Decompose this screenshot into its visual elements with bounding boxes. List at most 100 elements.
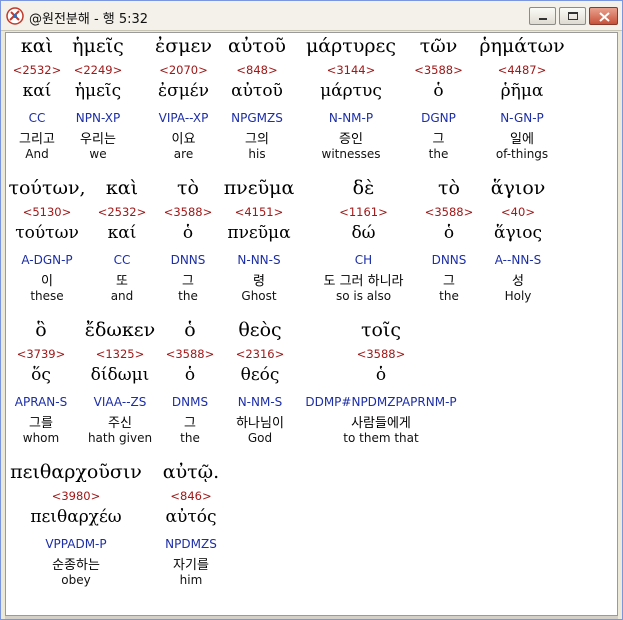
- morph-code: A-DGN-P: [21, 253, 73, 267]
- word-cell[interactable]: μάρτυρες <3144> μάρτυς N-NM-P 증인 witnesses: [301, 33, 401, 171]
- lemma: ὁ: [433, 81, 444, 101]
- strong-number: <846>: [170, 489, 212, 503]
- lemma: ὁ: [443, 223, 455, 243]
- word-cell[interactable]: δὲ <1161> δώ CH 도 그러 하니라 so is also: [306, 175, 421, 313]
- korean-gloss: 그: [432, 132, 445, 147]
- strong-number: <3588>: [424, 205, 474, 219]
- app-window: @원전분해 - 행 5:32 καὶ <2532> καί CC 그리고 And ἡμεῖς…: [0, 0, 623, 620]
- morph-code: N-GN-P: [500, 111, 544, 125]
- morph-code: NPGMZS: [231, 111, 283, 125]
- lemma: πειθαρχέω: [30, 507, 122, 527]
- lemma: καί: [22, 81, 52, 101]
- korean-gloss: 도 그러 하니라: [323, 274, 404, 289]
- word-cell[interactable]: αὐτῷ. <846> αὐτός NPDMZS 자기를 him: [156, 459, 226, 597]
- greek-word: αὐτῷ.: [162, 461, 220, 483]
- word-cell[interactable]: καὶ <2532> καί CC 그리고 And: [9, 33, 65, 171]
- word-cell[interactable]: τούτων, <5130> τούτων A-DGN-P 이 these: [6, 175, 88, 313]
- morph-code: N-NN-S: [237, 253, 281, 267]
- strong-number: <3588>: [163, 205, 213, 219]
- morph-code: VIPA--XP: [158, 111, 209, 125]
- greek-word: πνεῦμα: [223, 177, 295, 199]
- word-cell[interactable]: τῶν <3588> ὁ DGNP 그 the: [411, 33, 466, 171]
- korean-gloss: 그를: [29, 416, 53, 431]
- strong-number: <3588>: [356, 347, 406, 361]
- lemma: μάρτυς: [320, 81, 382, 101]
- title-bar[interactable]: @원전분해 - 행 5:32: [1, 1, 622, 31]
- morph-code: VPPADM-P: [45, 537, 107, 551]
- morph-code: N-NM-S: [237, 395, 283, 409]
- word-cell[interactable]: ἔδωκεν <1325> δίδωμι VIAA--ZS 주신 hath given: [84, 317, 156, 455]
- greek-word: ἐσμεν: [155, 35, 212, 57]
- morph-code: CC: [113, 253, 131, 267]
- word-cell[interactable]: τὸ <3588> ὁ DNNS 그 the: [421, 175, 477, 313]
- lemma: ῥῆμα: [500, 81, 544, 101]
- english-gloss: the: [439, 289, 459, 303]
- greek-word: θεὸς: [238, 319, 282, 341]
- korean-gloss: 또: [116, 274, 128, 289]
- korean-gloss: 령: [253, 274, 265, 289]
- korean-gloss: 이: [41, 274, 53, 289]
- word-cell[interactable]: ὃ <3739> ὅς APRAN-S 그를 whom: [6, 317, 76, 455]
- korean-gloss: 증인: [339, 132, 363, 147]
- word-cell[interactable]: ὁ <3588> ὁ DNMS 그 the: [164, 317, 216, 455]
- english-gloss: witnesses: [321, 147, 381, 161]
- lemma: καί: [107, 223, 137, 243]
- korean-gloss: 순종하는: [52, 558, 100, 573]
- greek-word: καὶ: [20, 35, 54, 57]
- english-gloss: to them that: [343, 431, 419, 445]
- greek-word: τὸ: [438, 177, 460, 199]
- korean-gloss: 이요: [171, 132, 196, 147]
- greek-word: ὃ: [35, 319, 47, 341]
- greek-word: αὐτοῦ: [228, 35, 286, 57]
- korean-gloss: 자기를: [173, 558, 209, 573]
- english-gloss: hath given: [87, 431, 153, 445]
- strong-number: <2532>: [97, 205, 147, 219]
- english-gloss: we: [89, 147, 107, 161]
- greek-word: τὸ: [177, 177, 199, 199]
- word-cell[interactable]: τὸ <3588> ὁ DNNS 그 the: [158, 175, 218, 313]
- word-cell[interactable]: ἐσμεν <2070> ἐσμέν VIPA--XP 이요 are: [141, 33, 226, 171]
- window-title: @원전분해 - 행 5:32: [29, 12, 149, 27]
- morph-code: A--NN-S: [494, 253, 542, 267]
- morph-code: VIAA--ZS: [93, 395, 147, 409]
- lemma: ὁ: [182, 223, 194, 243]
- english-gloss: whom: [22, 431, 60, 445]
- close-button[interactable]: [589, 7, 618, 25]
- strong-number: <3588>: [414, 63, 463, 77]
- korean-gloss: 주신: [108, 416, 132, 431]
- english-gloss: obey: [61, 573, 91, 587]
- english-gloss: are: [173, 147, 194, 161]
- strong-number: <5130>: [22, 205, 72, 219]
- maximize-button[interactable]: [559, 7, 586, 25]
- korean-gloss: 그리고: [19, 132, 55, 147]
- lemma: ἐσμέν: [158, 81, 209, 101]
- strong-number: <3739>: [16, 347, 66, 361]
- strong-number: <2249>: [73, 63, 123, 77]
- interlinear-panel: καὶ <2532> καί CC 그리고 And ἡμεῖς <2249> ἡμεῖς NPN-…: [5, 32, 618, 616]
- word-cell[interactable]: πνεῦμα <4151> πνεῦμα N-NN-S 령 Ghost: [221, 175, 297, 313]
- word-cell[interactable]: καὶ <2532> καί CC 또 and: [94, 175, 150, 313]
- strong-number: <2070>: [159, 63, 208, 77]
- morph-code: DDMP#NPDMZPAPRNM-P: [305, 395, 457, 409]
- word-cell[interactable]: ἅγιον <40> ἅγιος A--NN-S 성 Holy: [481, 175, 555, 313]
- strong-number: <3588>: [165, 347, 215, 361]
- strong-number: <3144>: [326, 63, 376, 77]
- english-gloss: and: [110, 289, 134, 303]
- close-icon: [599, 12, 610, 22]
- word-cell[interactable]: ἡμεῖς <2249> ἡμεῖς NPN-XP 우리는 we: [66, 33, 130, 171]
- word-cell[interactable]: πειθαρχοῦσιν <3980> πειθαρχέω VPPADM-P 순종하는 o…: [6, 459, 146, 597]
- greek-word: μάρτυρες: [305, 35, 397, 57]
- word-cell[interactable]: ῥημάτων <4487> ῥῆμα N-GN-P 일에 of-things: [474, 33, 570, 171]
- english-gloss: these: [30, 289, 64, 303]
- word-cell[interactable]: τοῖς <3588> ὁ DDMP#NPDMZPAPRNM-P 사람들에게 to the…: [296, 317, 466, 455]
- morph-code: APRAN-S: [14, 395, 68, 409]
- word-cell[interactable]: αὐτοῦ <848> αὐτοῦ NPGMZS 그의 his: [226, 33, 288, 171]
- morph-code: CC: [28, 111, 46, 125]
- lemma: ὅς: [31, 365, 51, 385]
- greek-word: ἡμεῖς: [72, 35, 124, 57]
- minimize-button[interactable]: [529, 7, 556, 25]
- word-cell[interactable]: θεὸς <2316> θεός N-NM-S 하나님이 God: [221, 317, 299, 455]
- english-gloss: his: [248, 147, 266, 161]
- morph-code: NPDMZS: [165, 537, 217, 551]
- korean-gloss: 그: [182, 274, 194, 289]
